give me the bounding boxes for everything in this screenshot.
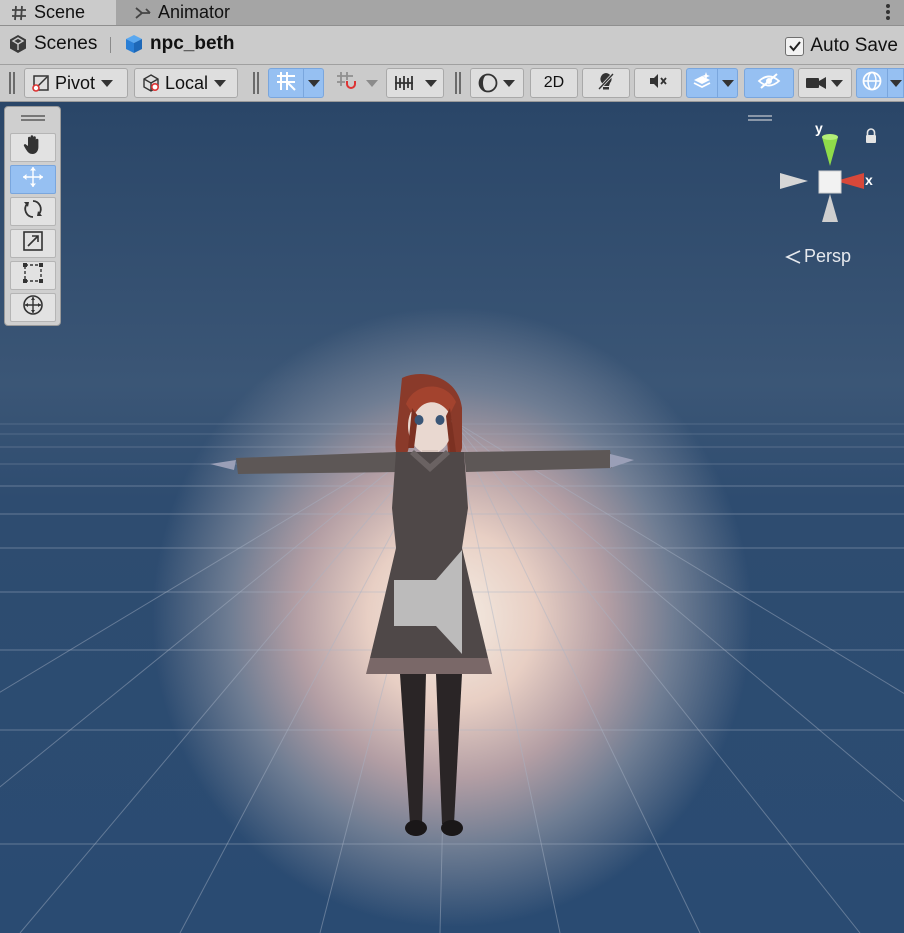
chevron-down-icon bbox=[366, 79, 378, 87]
hidden-eye-icon bbox=[757, 71, 781, 96]
chevron-down-icon bbox=[503, 79, 515, 87]
rect-icon bbox=[21, 261, 45, 290]
grid-hash-icon bbox=[10, 4, 28, 22]
chevron-down-icon bbox=[307, 79, 320, 87]
animator-icon bbox=[134, 4, 152, 22]
scene-overlay-handle[interactable] bbox=[748, 115, 772, 121]
grid-visibility-button[interactable] bbox=[268, 68, 304, 98]
gizmo-globe-icon bbox=[861, 70, 883, 97]
perspective-chevron-icon bbox=[784, 249, 802, 265]
breadcrumb-separator bbox=[110, 37, 111, 53]
camera-dropdown[interactable] bbox=[798, 68, 852, 98]
gizmo-y-label: y bbox=[815, 120, 823, 136]
mode-2d-button[interactable]: 2D bbox=[530, 68, 578, 98]
tab-label: Animator bbox=[158, 2, 231, 22]
snap-dropdown[interactable] bbox=[362, 68, 382, 98]
projection-toggle[interactable]: Persp bbox=[784, 246, 851, 267]
chevron-down-icon bbox=[831, 79, 843, 87]
scene-visibility-button[interactable] bbox=[744, 68, 794, 98]
rect-tool-button[interactable] bbox=[10, 261, 56, 290]
hand-icon bbox=[21, 133, 45, 162]
pivot-icon bbox=[31, 73, 51, 93]
pivot-dropdown[interactable]: Pivot bbox=[24, 68, 128, 98]
ruler-icon bbox=[393, 73, 415, 93]
scene-toolbar: Pivot Local 2D bbox=[0, 65, 904, 102]
lighting-toggle-button[interactable] bbox=[582, 68, 630, 98]
transform-icon bbox=[21, 293, 45, 322]
transform-tool-button[interactable] bbox=[10, 293, 56, 322]
rotate-tool-button[interactable] bbox=[10, 197, 56, 226]
tab-bar: Scene Animator bbox=[0, 0, 904, 26]
gizmo-neg-x-axis bbox=[780, 173, 808, 189]
grid-visibility-dropdown[interactable] bbox=[304, 68, 324, 98]
effects-layers-icon bbox=[691, 70, 713, 97]
local-label: Local bbox=[165, 72, 209, 93]
chevron-down-icon bbox=[721, 79, 734, 87]
more-options-icon[interactable] bbox=[884, 2, 892, 24]
toolbar-grip[interactable] bbox=[9, 72, 15, 94]
tools-panel bbox=[4, 106, 61, 326]
breadcrumb: Scenes npc_beth Auto Save bbox=[0, 26, 904, 65]
gizmo-x-label: x bbox=[865, 172, 873, 188]
toolbar-grip[interactable] bbox=[253, 72, 259, 94]
pivot-label: Pivot bbox=[55, 72, 96, 93]
lock-icon[interactable] bbox=[864, 128, 878, 149]
audio-toggle-button[interactable] bbox=[634, 68, 682, 98]
gizmo-center-cube bbox=[818, 170, 842, 194]
rotate-icon bbox=[21, 197, 45, 226]
breadcrumb-label: npc_beth bbox=[150, 33, 235, 54]
projection-label: Persp bbox=[804, 246, 852, 266]
local-dropdown[interactable]: Local bbox=[134, 68, 238, 98]
lighting-off-icon bbox=[595, 70, 617, 97]
auto-save-checkbox[interactable] bbox=[785, 36, 805, 56]
gizmo-y-axis bbox=[822, 137, 838, 166]
auto-save-label: Auto Save bbox=[810, 35, 898, 56]
hand-tool-button[interactable] bbox=[10, 133, 56, 162]
gizmos-button[interactable] bbox=[856, 68, 888, 98]
tab-scene[interactable]: Scene bbox=[0, 0, 116, 25]
scale-tool-button[interactable] bbox=[10, 229, 56, 258]
camera-icon bbox=[805, 74, 827, 92]
draw-mode-dropdown[interactable] bbox=[470, 68, 524, 98]
snap-settings-dropdown[interactable] bbox=[386, 68, 444, 98]
toolbar-grip[interactable] bbox=[455, 72, 461, 94]
shading-sphere-icon bbox=[477, 72, 499, 94]
snap-magnet-icon bbox=[335, 70, 357, 97]
chevron-down-icon bbox=[101, 79, 114, 87]
audio-mute-icon bbox=[647, 70, 669, 97]
npc-character-model[interactable] bbox=[200, 368, 640, 848]
checkmark-icon bbox=[789, 41, 801, 52]
scale-icon bbox=[21, 229, 45, 258]
tab-label: Scene bbox=[34, 2, 86, 22]
chevron-down-icon bbox=[425, 79, 437, 87]
effects-dropdown[interactable] bbox=[718, 68, 738, 98]
chevron-down-icon bbox=[889, 79, 902, 87]
unity-logo-icon bbox=[8, 34, 28, 54]
auto-save-toggle[interactable]: Auto Save bbox=[785, 35, 898, 57]
effects-button[interactable] bbox=[686, 68, 718, 98]
breadcrumb-scenes[interactable]: Scenes bbox=[8, 26, 97, 62]
increment-snap-button[interactable] bbox=[330, 68, 362, 98]
move-icon bbox=[21, 165, 45, 194]
local-cube-icon bbox=[141, 73, 161, 93]
tools-panel-handle[interactable] bbox=[21, 115, 45, 121]
chevron-down-icon bbox=[214, 79, 227, 87]
move-tool-button[interactable] bbox=[10, 165, 56, 194]
tab-animator[interactable]: Animator bbox=[124, 0, 274, 25]
grid-snap-icon bbox=[275, 70, 297, 97]
breadcrumb-current[interactable]: npc_beth bbox=[124, 26, 234, 62]
mode-2d-label: 2D bbox=[543, 74, 565, 91]
gizmos-dropdown[interactable] bbox=[888, 68, 904, 98]
prefab-cube-icon bbox=[124, 34, 144, 54]
gizmo-neg-y-axis bbox=[822, 194, 838, 222]
breadcrumb-label: Scenes bbox=[34, 33, 98, 54]
